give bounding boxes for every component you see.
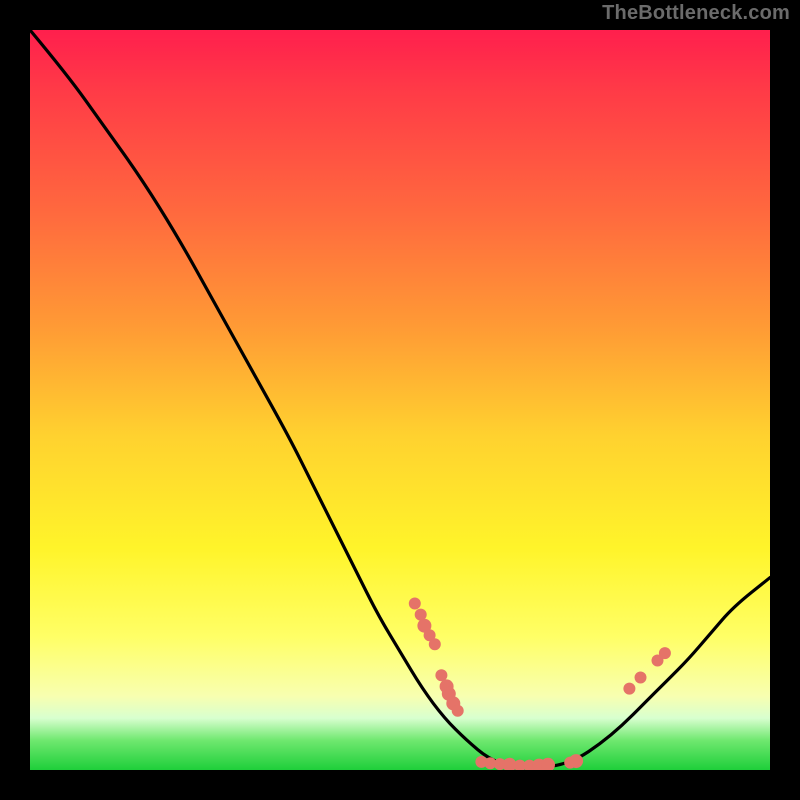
data-point	[659, 647, 671, 659]
chart-stage: TheBottleneck.com	[0, 0, 800, 800]
attribution-text: TheBottleneck.com	[602, 2, 790, 25]
data-point	[569, 754, 583, 768]
data-points-group	[409, 598, 671, 771]
data-point	[623, 683, 635, 695]
plot-area	[30, 30, 770, 770]
data-point	[635, 672, 647, 684]
data-point	[429, 638, 441, 650]
data-point	[452, 705, 464, 717]
data-point	[409, 598, 421, 610]
data-point	[541, 758, 555, 770]
curve-layer	[30, 30, 770, 770]
